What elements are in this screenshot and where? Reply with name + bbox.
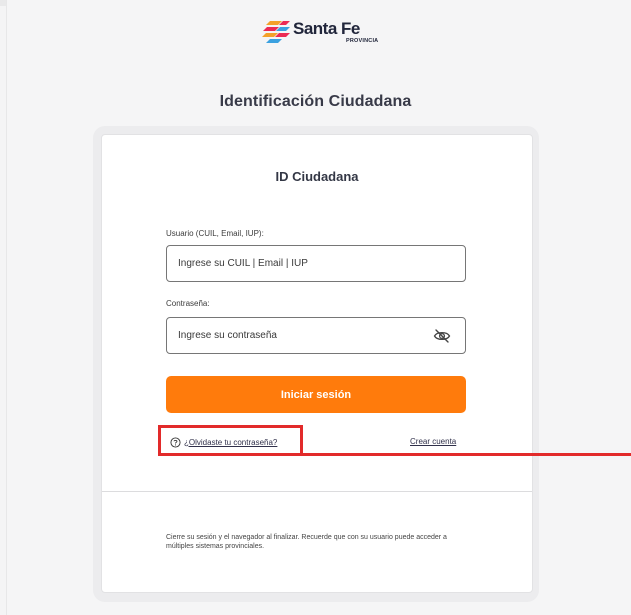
session-note: Cierre su sesión y el navegador al final… (166, 534, 447, 550)
create-account-link[interactable]: Crear cuenta (410, 437, 456, 446)
annotation-highlight-box (158, 425, 303, 456)
login-card: ID Ciudadana Usuario (CUIL, Email, IUP):… (101, 134, 533, 593)
card-title: ID Ciudadana (275, 169, 359, 184)
login-button[interactable]: Iniciar sesión (166, 376, 466, 413)
user-input[interactable] (178, 246, 428, 281)
user-field-label: Usuario (CUIL, Email, IUP): (166, 229, 264, 238)
card-divider (102, 491, 532, 492)
brand-name: Santa Fe (293, 19, 360, 38)
brand-subtitle: PROVINCIA (346, 38, 379, 44)
user-field (166, 245, 466, 282)
santa-fe-flag-icon (262, 21, 290, 43)
annotation-pointer-line (303, 453, 631, 456)
santa-fe-logo[interactable]: Santa Fe PROVINCIA (262, 16, 382, 46)
password-input[interactable] (178, 318, 428, 353)
page-title: Identificación Ciudadana (219, 93, 412, 110)
eye-off-icon[interactable] (433, 328, 451, 344)
password-field (166, 317, 466, 354)
password-field-label: Contraseña: (166, 299, 210, 308)
